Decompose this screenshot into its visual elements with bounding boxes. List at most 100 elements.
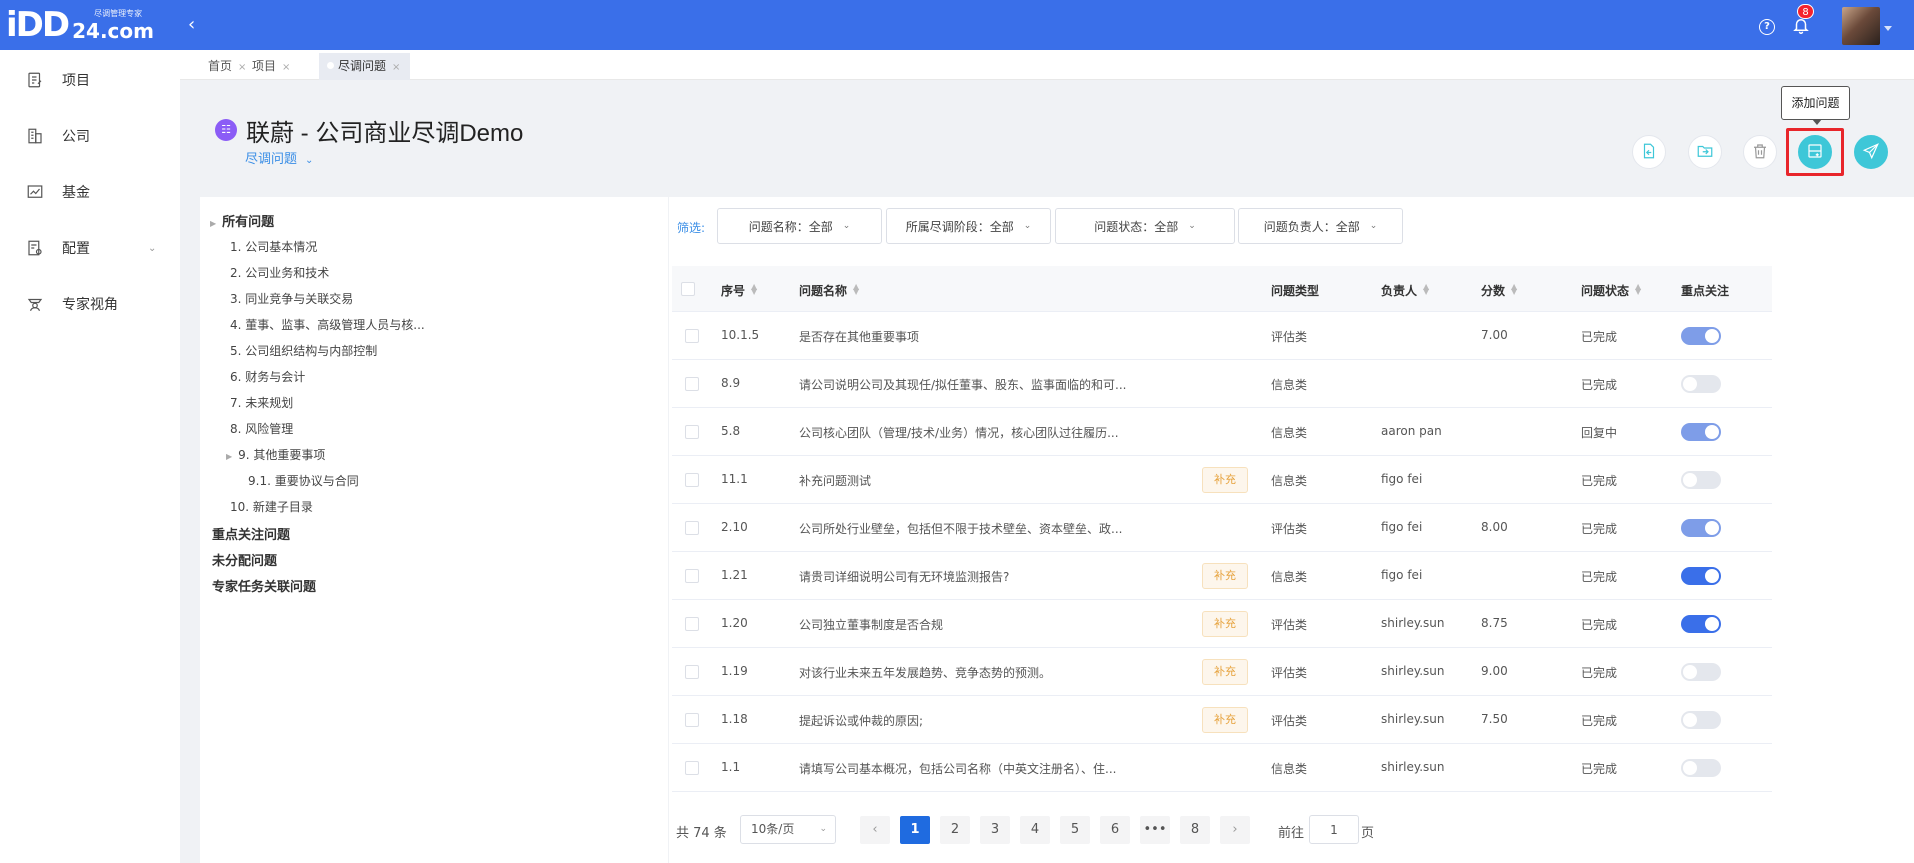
sidebar-item-funds[interactable]: 基金 xyxy=(0,172,180,212)
tree-item[interactable]: 3. 同业竞争与关联交易 xyxy=(230,290,353,307)
tree-item[interactable]: 10. 新建子目录 xyxy=(230,498,313,515)
tree-item-expandable[interactable]: ▶ 9. 其他重要事项 xyxy=(226,446,325,463)
table-row[interactable]: 10.1.5 是否存在其他重要事项 评估类 7.00 已完成 xyxy=(672,312,1772,360)
collapse-sidebar-icon[interactable]: ‹ xyxy=(188,14,195,35)
table-row[interactable]: 11.1 补充问题测试 补充 信息类 figo fei 已完成 xyxy=(672,456,1772,504)
page-button[interactable]: 1 xyxy=(900,816,930,844)
row-checkbox[interactable] xyxy=(685,617,699,631)
tree-item[interactable]: 1. 公司基本情况 xyxy=(230,238,317,255)
sort-icon[interactable]: ▲ ▼ xyxy=(751,283,757,296)
sidebar-item-projects[interactable]: 项目 xyxy=(0,60,180,100)
filter-owner[interactable]: 问题负责人：全部 ⌄ xyxy=(1238,208,1403,244)
page-button[interactable]: 5 xyxy=(1060,816,1090,844)
page-ellipsis[interactable]: ••• xyxy=(1140,816,1170,844)
row-question-name[interactable]: 公司核心团队（管理/技术/业务）情况，核心团队过往履历... xyxy=(799,424,1129,441)
row-question-name[interactable]: 请填写公司基本概况，包括公司名称（中英文注册名）、住... xyxy=(799,760,1129,777)
prev-page-button[interactable]: ‹ xyxy=(860,816,890,844)
focus-toggle[interactable] xyxy=(1681,471,1721,489)
help-icon[interactable]: ? xyxy=(1759,19,1775,35)
column-header-no[interactable]: 序号 ▲ ▼ xyxy=(721,282,757,299)
row-checkbox[interactable] xyxy=(685,521,699,535)
tree-item-root[interactable]: ▶ 所有问题 xyxy=(210,211,274,230)
logo[interactable]: iDD 尽调管理专家 24.com xyxy=(6,4,156,46)
tree-item[interactable]: 4. 董事、监事、高级管理人员与核... xyxy=(230,316,425,333)
table-row[interactable]: 2.10 公司所处行业壁垒，包括但不限于技术壁垒、资本壁垒、政... 评估类 figo… xyxy=(672,504,1772,552)
tree-item[interactable]: 5. 公司组织结构与内部控制 xyxy=(230,342,377,359)
tree-group-expert-tasks[interactable]: 专家任务关联问题 xyxy=(212,576,316,595)
page-button[interactable]: 4 xyxy=(1020,816,1050,844)
row-question-name[interactable]: 对该行业未来五年发展趋势、竞争态势的预测。 xyxy=(799,664,1129,681)
table-row[interactable]: 1.19 对该行业未来五年发展趋势、竞争态势的预测。 补充 评估类 shirley.su… xyxy=(672,648,1772,696)
sidebar-item-expert-view[interactable]: 专家视角 xyxy=(0,284,180,324)
tree-item[interactable]: 6. 财务与会计 xyxy=(230,368,305,385)
column-header-score[interactable]: 分数 ▲ ▼ xyxy=(1481,282,1517,299)
page-button[interactable]: 6 xyxy=(1100,816,1130,844)
table-row[interactable]: 1.21 请贵司详细说明公司有无环境监测报告? 补充 信息类 figo fei 已完成 xyxy=(672,552,1772,600)
sort-icon[interactable]: ▲ ▼ xyxy=(1511,283,1517,296)
import-button[interactable] xyxy=(1632,135,1666,169)
row-question-name[interactable]: 请公司说明公司及其现任/拟任董事、股东、监事面临的和可... xyxy=(799,376,1129,393)
close-icon[interactable]: × xyxy=(392,62,400,73)
tree-group-focus[interactable]: 重点关注问题 xyxy=(212,524,290,543)
row-checkbox[interactable] xyxy=(685,377,699,391)
tree-item[interactable]: 7. 未来规划 xyxy=(230,394,293,411)
focus-toggle[interactable] xyxy=(1681,327,1721,345)
row-checkbox[interactable] xyxy=(685,665,699,679)
sidebar-item-companies[interactable]: 公司 xyxy=(0,116,180,156)
move-to-folder-button[interactable] xyxy=(1688,135,1722,169)
row-checkbox[interactable] xyxy=(685,329,699,343)
select-all-checkbox[interactable] xyxy=(681,282,695,296)
row-question-name[interactable]: 公司独立董事制度是否合规 xyxy=(799,616,1129,633)
sort-icon[interactable]: ▲ ▼ xyxy=(1423,283,1429,296)
table-row[interactable]: 1.18 提起诉讼或仲裁的原因; 补充 评估类 shirley.sun 7.50 已完成 xyxy=(672,696,1772,744)
tree-item[interactable]: 8. 风险管理 xyxy=(230,420,293,437)
focus-toggle[interactable] xyxy=(1681,759,1721,777)
row-question-name[interactable]: 补充问题测试 xyxy=(799,472,1129,489)
row-checkbox[interactable] xyxy=(685,713,699,727)
row-checkbox[interactable] xyxy=(685,761,699,775)
sort-icon[interactable]: ▲ ▼ xyxy=(1635,283,1641,296)
tree-item[interactable]: 2. 公司业务和技术 xyxy=(230,264,329,281)
next-page-button[interactable]: › xyxy=(1220,816,1250,844)
page-size-select[interactable]: 10条/页 ⌄ xyxy=(740,815,836,844)
add-question-button[interactable] xyxy=(1798,135,1832,169)
row-checkbox[interactable] xyxy=(685,473,699,487)
avatar[interactable] xyxy=(1842,7,1880,45)
table-row[interactable]: 1.1 请填写公司基本概况，包括公司名称（中英文注册名）、住... 信息类 shirl… xyxy=(672,744,1772,792)
section-dropdown[interactable]: 尽调问题 ⌄ xyxy=(245,148,313,167)
focus-toggle[interactable] xyxy=(1681,663,1721,681)
focus-toggle[interactable] xyxy=(1681,711,1721,729)
row-question-name[interactable]: 公司所处行业壁垒，包括但不限于技术壁垒、资本壁垒、政... xyxy=(799,520,1129,537)
filter-question-name[interactable]: 问题名称：全部 ⌄ xyxy=(717,208,882,244)
row-checkbox[interactable] xyxy=(685,569,699,583)
page-button[interactable]: 3 xyxy=(980,816,1010,844)
table-row[interactable]: 8.9 请公司说明公司及其现任/拟任董事、股东、监事面临的和可... 信息类 已完成 xyxy=(672,360,1772,408)
filter-status[interactable]: 问题状态：全部 ⌄ xyxy=(1055,208,1235,244)
table-row[interactable]: 1.20 公司独立董事制度是否合规 补充 评估类 shirley.sun 8.75 已完成 xyxy=(672,600,1772,648)
tree-group-unassigned[interactable]: 未分配问题 xyxy=(212,550,277,569)
sidebar-item-config[interactable]: 配置 ⌄ xyxy=(0,228,180,268)
focus-toggle[interactable] xyxy=(1681,375,1721,393)
row-checkbox[interactable] xyxy=(685,425,699,439)
sort-icon[interactable]: ▲ ▼ xyxy=(853,283,859,296)
focus-toggle[interactable] xyxy=(1681,567,1721,585)
filter-stage[interactable]: 所属尽调阶段：全部 ⌄ xyxy=(886,208,1051,244)
avatar-caret-icon[interactable] xyxy=(1884,26,1892,31)
row-question-name[interactable]: 提起诉讼或仲裁的原因; xyxy=(799,712,1129,729)
focus-toggle[interactable] xyxy=(1681,423,1721,441)
row-question-name[interactable]: 是否存在其他重要事项 xyxy=(799,328,1129,345)
column-header-name[interactable]: 问题名称 ▲ ▼ xyxy=(799,282,859,299)
focus-toggle[interactable] xyxy=(1681,615,1721,633)
column-header-status[interactable]: 问题状态 ▲ ▼ xyxy=(1581,282,1641,299)
tab-questions[interactable]: 尽调问题 × xyxy=(319,53,411,80)
goto-page-input[interactable] xyxy=(1309,815,1359,844)
close-icon[interactable]: × xyxy=(282,62,290,73)
focus-toggle[interactable] xyxy=(1681,519,1721,537)
column-header-owner[interactable]: 负责人 ▲ ▼ xyxy=(1381,282,1429,299)
page-button[interactable]: 2 xyxy=(940,816,970,844)
row-question-name[interactable]: 请贵司详细说明公司有无环境监测报告? xyxy=(799,568,1129,585)
tree-item[interactable]: 9.1. 重要协议与合同 xyxy=(248,472,359,489)
table-row[interactable]: 5.8 公司核心团队（管理/技术/业务）情况，核心团队过往履历... 信息类 aaro… xyxy=(672,408,1772,456)
tab-projects[interactable]: 项目 × xyxy=(234,53,300,80)
page-button[interactable]: 8 xyxy=(1180,816,1210,844)
